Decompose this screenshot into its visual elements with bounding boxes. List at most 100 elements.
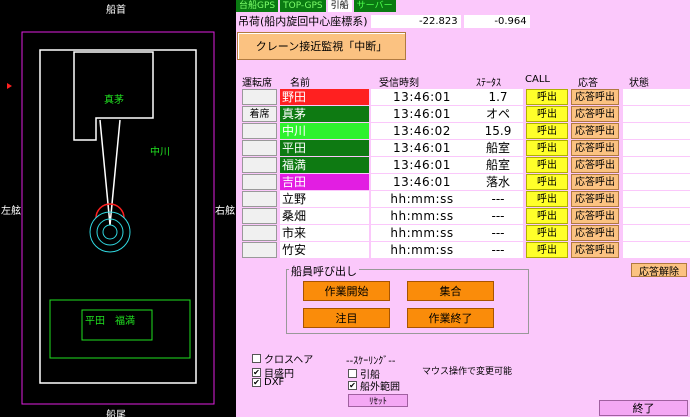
crew-state [623, 208, 690, 224]
lower-area-outer [49, 299, 191, 359]
control-panel: 台船GPS TOP-GPS 引船 サーバー 吊荷(船内旋回中心座標系) -22.… [236, 0, 690, 417]
crew-name: 桑畑 [280, 208, 369, 224]
response-call-button[interactable]: 応答呼出 [571, 106, 619, 122]
header-time: 受信時刻 [379, 78, 419, 89]
response-clear-button[interactable]: 応答解除 [631, 263, 687, 278]
receive-time: 13:46:01 [371, 140, 473, 156]
load-coordinate-row: 吊荷(船内旋回中心座標系) -22.823 -0.964 [238, 14, 530, 28]
seat-button[interactable] [242, 225, 277, 241]
status-top-gps: TOP-GPS [280, 0, 326, 12]
call-button[interactable]: 呼出 [526, 106, 568, 122]
work-end-button[interactable]: 作業終了 [407, 308, 494, 328]
crew-status: 落水 [473, 174, 523, 190]
seat-button[interactable] [242, 89, 277, 105]
crew-call-title: 船員呼び出し [289, 263, 359, 279]
crew-status: --- [473, 242, 523, 258]
crew-name: 野田 [280, 89, 369, 105]
call-button[interactable]: 呼出 [526, 123, 568, 139]
response-call-button[interactable]: 応答呼出 [571, 208, 619, 224]
dxf-option[interactable]: ✔ DXF [252, 377, 284, 388]
crew-state [623, 225, 690, 241]
crew-name: 吉田 [280, 174, 369, 190]
crosshair-checkbox[interactable] [252, 354, 261, 363]
response-call-button[interactable]: 応答呼出 [571, 89, 619, 105]
crew-status: --- [473, 191, 523, 207]
crew-state [623, 191, 690, 207]
call-button[interactable]: 呼出 [526, 140, 568, 156]
port-marker [7, 83, 12, 89]
seat-button[interactable] [242, 208, 277, 224]
seat-button[interactable]: 着席 [242, 106, 277, 122]
response-call-button[interactable]: 応答呼出 [571, 157, 619, 173]
call-button[interactable]: 呼出 [526, 191, 568, 207]
crew-status: オペ [473, 106, 523, 122]
load-coordinate-label: 吊荷(船内旋回中心座標系) [238, 15, 368, 28]
seat-button[interactable] [242, 140, 277, 156]
status-bar: 台船GPS TOP-GPS 引船 サーバー [236, 0, 398, 12]
seat-button[interactable] [242, 174, 277, 190]
seat-button[interactable] [242, 191, 277, 207]
response-call-button[interactable]: 応答呼出 [571, 123, 619, 139]
response-call-button[interactable]: 応答呼出 [571, 174, 619, 190]
receive-time: 13:46:01 [371, 106, 473, 122]
dxf-checkbox[interactable]: ✔ [252, 378, 261, 387]
load-coordinate-y: -0.964 [463, 14, 530, 28]
status-barge-gps: 台船GPS [236, 0, 279, 12]
crane-monitor-suspend-button[interactable]: クレーン接近監視「中断」 [237, 32, 406, 60]
receive-time: 13:46:02 [371, 123, 473, 139]
receive-time: 13:46:01 [371, 89, 473, 105]
call-button[interactable]: 呼出 [526, 157, 568, 173]
call-button[interactable]: 呼出 [526, 208, 568, 224]
call-button[interactable]: 呼出 [526, 174, 568, 190]
crew-status: 15.9 [473, 123, 523, 139]
receive-time: 13:46:01 [371, 174, 473, 190]
crosshair-label: クロスヘア [264, 355, 314, 366]
outboard-label: 船外範囲 [360, 382, 400, 393]
mouse-note: マウス操作で変更可能 [422, 367, 513, 377]
stern-label: 船尾 [106, 410, 126, 417]
crew-name: 中川 [280, 123, 369, 139]
crew-status: 1.7 [473, 89, 523, 105]
scale-circle-checkbox[interactable]: ✔ [252, 368, 261, 377]
outboard-checkbox[interactable]: ✔ [348, 381, 357, 390]
port-label: 左舷 [1, 206, 21, 217]
header-response: 応答 [578, 78, 598, 89]
attention-button[interactable]: 注目 [303, 308, 390, 328]
response-call-button[interactable]: 応答呼出 [571, 140, 619, 156]
crosshair-option[interactable]: クロスヘア [252, 351, 313, 366]
work-start-button[interactable]: 作業開始 [303, 281, 390, 301]
crew-name: 竹安 [280, 242, 369, 258]
crew-name: 福満 [280, 157, 369, 173]
gather-button[interactable]: 集合 [407, 281, 494, 301]
seat-button[interactable] [242, 242, 277, 258]
boom-line-left [99, 119, 111, 226]
response-call-button[interactable]: 応答呼出 [571, 242, 619, 258]
call-button[interactable]: 呼出 [526, 89, 568, 105]
outboard-option[interactable]: ✔ 船外範囲 [348, 378, 400, 393]
header-seat: 運転席 [242, 78, 272, 89]
header-status: ｽﾃｰﾀｽ [476, 78, 501, 89]
ship-view-panel[interactable]: 船首 船尾 左舷 右舷 真茅 中川 平田 福満 [0, 0, 236, 417]
header-state: 状態 [629, 78, 649, 89]
crew-state [623, 157, 690, 173]
dxf-label: DXF [264, 377, 285, 388]
seat-button[interactable] [242, 123, 277, 139]
crew-status: --- [473, 225, 523, 241]
tug-checkbox[interactable] [348, 369, 357, 378]
reset-button[interactable]: ﾘｾｯﾄ [348, 394, 408, 407]
call-button[interactable]: 呼出 [526, 242, 568, 258]
response-call-button[interactable]: 応答呼出 [571, 225, 619, 241]
receive-time: hh:mm:ss [371, 208, 473, 224]
response-call-button[interactable]: 応答呼出 [571, 191, 619, 207]
scaling-title: --ｽｹｰﾘﾝｸﾞ-- [346, 356, 396, 367]
crew-name: 立野 [280, 191, 369, 207]
call-button[interactable]: 呼出 [526, 225, 568, 241]
crew-name: 市来 [280, 225, 369, 241]
seat-button[interactable] [242, 157, 277, 173]
exit-button[interactable]: 終了 [599, 400, 688, 416]
status-server: サーバー [353, 0, 396, 12]
crew-name: 平田 [280, 140, 369, 156]
crew-marker-lower: 平田 福満 [85, 316, 135, 327]
receive-time: 13:46:01 [371, 157, 473, 173]
boom-line-right [109, 119, 121, 226]
